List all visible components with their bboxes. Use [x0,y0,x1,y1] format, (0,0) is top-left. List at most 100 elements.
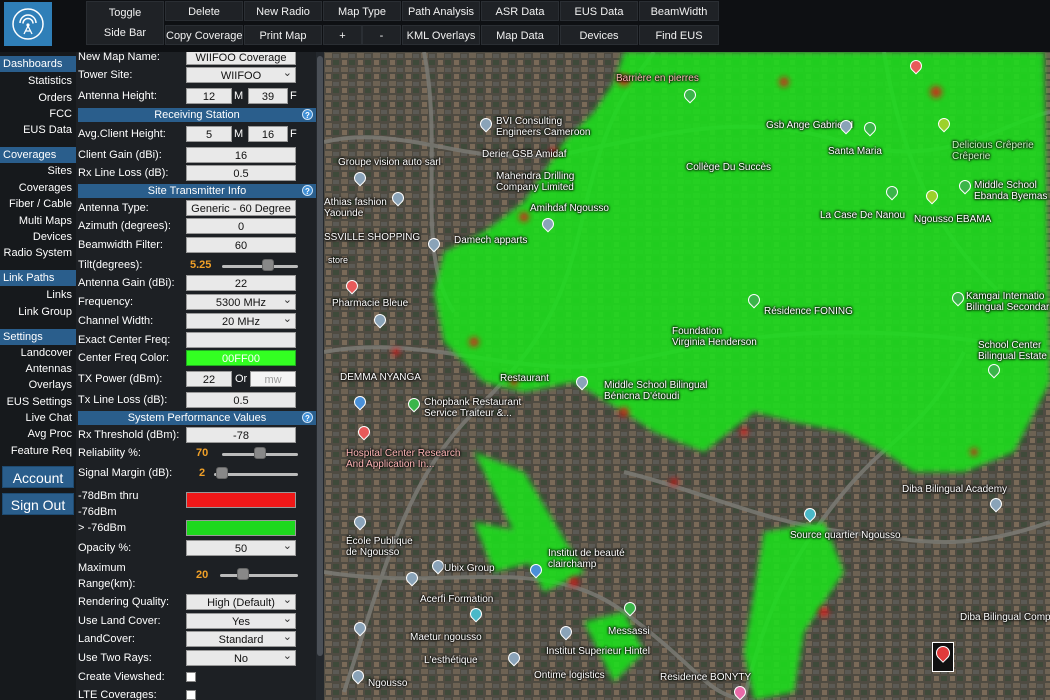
map-pin-icon[interactable] [952,292,962,304]
two-rays-select[interactable]: No [186,650,296,666]
eus-data-button[interactable]: EUS Data [560,1,638,21]
map-pin-icon[interactable] [352,670,362,682]
map-pin-icon[interactable] [374,314,384,326]
nav-avg-proc[interactable]: Avg Proc [28,428,72,440]
map-pin-icon[interactable] [358,426,368,438]
nav-dashboards[interactable]: Dashboards [0,56,76,72]
nav-coverages[interactable]: Coverages [19,182,72,194]
map-pin-icon[interactable] [432,560,442,572]
tilt-slider-track[interactable] [222,265,298,268]
beamwidth-input[interactable]: 60 [186,237,296,253]
zoom-out-button[interactable]: - [362,25,401,45]
map-pin-icon[interactable] [346,280,356,292]
print-map-button[interactable]: Print Map [244,25,322,45]
nav-overlays[interactable]: Overlays [29,379,72,391]
zoom-in-button[interactable]: + [323,25,362,45]
avg-client-height-f-input[interactable]: 16 [248,126,288,142]
copy-coverage-button[interactable]: Copy Coverage [165,25,243,45]
antenna-height-m-input[interactable]: 12 [186,88,232,104]
lte-checkbox[interactable] [186,690,196,700]
map-pin-icon[interactable] [576,376,586,388]
help-icon[interactable]: ? [302,185,313,196]
map-pin-icon[interactable] [624,602,634,614]
opacity-select[interactable]: 50 [186,540,296,556]
antenna-height-f-input[interactable]: 39 [248,88,288,104]
map-pin-icon[interactable] [406,572,416,584]
nav-fiber-cable[interactable]: Fiber / Cable [9,198,72,210]
antenna-type-select[interactable]: Generic - 60 Degree [186,200,296,216]
map-pin-icon[interactable] [354,172,364,184]
channel-width-select[interactable]: 20 MHz [186,313,296,329]
site-location-marker-icon[interactable] [932,642,954,672]
rx-threshold-input[interactable]: -78 [186,427,296,443]
nav-antennas[interactable]: Antennas [26,363,72,375]
wifi-logo-icon[interactable] [4,2,52,46]
new-map-name-input[interactable]: WIIFOO Coverage [186,52,296,65]
asr-data-button[interactable]: ASR Data [481,1,559,21]
nav-landcover[interactable]: Landcover [21,347,72,359]
nav-statistics[interactable]: Statistics [28,75,72,87]
nav-eus-data[interactable]: EUS Data [23,124,72,136]
map-pin-icon[interactable] [938,118,948,130]
tx-power-input[interactable]: 22 [186,371,232,387]
nav-links[interactable]: Links [46,289,72,301]
help-icon[interactable]: ? [302,412,313,423]
use-land-cover-select[interactable]: Yes [186,613,296,629]
map-pin-icon[interactable] [910,60,920,72]
max-range-slider-track[interactable] [220,574,298,577]
kml-overlays-button[interactable]: KML Overlays [402,25,480,45]
avg-client-height-m-input[interactable]: 5 [186,126,232,142]
nav-feature-req[interactable]: Feature Req [11,445,72,457]
help-icon[interactable]: ? [302,109,313,120]
account-button[interactable]: Account [2,466,74,488]
map-pin-icon[interactable] [470,608,480,620]
max-range-slider-thumb[interactable] [236,568,249,580]
map-pin-icon[interactable] [804,508,814,520]
map-pin-icon[interactable] [508,652,518,664]
tilt-slider-thumb[interactable] [261,259,274,271]
center-color-input[interactable]: 00FF00 [186,350,296,366]
map-pin-icon[interactable] [354,622,364,634]
map-pin-icon[interactable] [480,118,490,130]
rx-line-loss-input[interactable]: 0.5 [186,165,296,181]
exact-center-input[interactable] [186,332,296,348]
find-eus-button[interactable]: Find EUS [639,25,719,45]
viewshed-checkbox[interactable] [186,672,196,682]
map-pin-icon[interactable] [748,294,758,306]
band-green-color-swatch[interactable] [186,520,296,536]
nav-live-chat[interactable]: Live Chat [26,412,72,424]
tx-line-loss-input[interactable]: 0.5 [186,392,296,408]
nav-sites[interactable]: Sites [48,165,72,177]
nav-radio-system[interactable]: Radio System [4,247,72,259]
sign-out-button[interactable]: Sign Out [2,493,74,515]
rendering-select[interactable]: High (Default) [186,594,296,610]
map-pin-icon[interactable] [840,120,850,132]
nav-fcc[interactable]: FCC [49,108,72,120]
panel-scrollbar[interactable] [316,52,324,700]
nav-multi-maps[interactable]: Multi Maps [19,215,72,227]
nav-settings[interactable]: Settings [0,329,76,345]
map-pin-icon[interactable] [926,190,936,202]
map-pin-icon[interactable] [990,498,1000,510]
map-pin-icon[interactable] [354,396,364,408]
path-analysis-button[interactable]: Path Analysis [402,1,480,21]
nav-link-group[interactable]: Link Group [18,306,72,318]
panel-scrollbar-thumb[interactable] [317,56,323,656]
nav-link-paths[interactable]: Link Paths [0,270,76,286]
nav-eus-settings[interactable]: EUS Settings [7,396,72,408]
beamwidth-button[interactable]: BeamWidth [639,1,719,21]
map-pin-icon[interactable] [684,89,694,101]
delete-button[interactable]: Delete [165,1,243,21]
signal-margin-slider-thumb[interactable] [216,467,229,479]
client-gain-input[interactable]: 16 [186,147,296,163]
nav-devices[interactable]: Devices [33,231,72,243]
nav-orders[interactable]: Orders [38,92,72,104]
reliability-slider-thumb[interactable] [254,447,266,459]
devices-button[interactable]: Devices [560,25,638,45]
new-radio-button[interactable]: New Radio [244,1,322,21]
toggle-sidebar-button[interactable]: Toggle Side Bar [86,1,164,45]
frequency-select[interactable]: 5300 MHz [186,294,296,310]
tx-power-mw-input[interactable]: mw [250,371,296,387]
band-red-color-swatch[interactable] [186,492,296,508]
antenna-gain-input[interactable]: 22 [186,275,296,291]
